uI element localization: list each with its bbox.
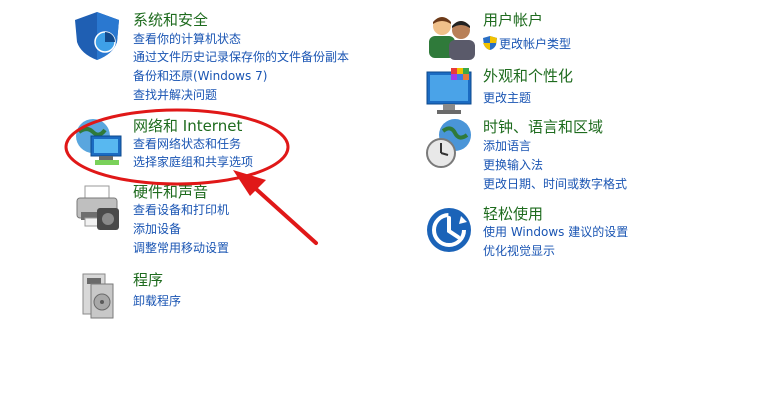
link-change-account-type[interactable]: 更改帐户类型 [499,35,571,53]
annotation-arrow-shaft [244,178,318,245]
category-title[interactable]: 程序 [133,270,163,290]
printer-icon[interactable] [73,182,125,234]
link-optimize-visual[interactable]: 优化视觉显示 [483,242,555,260]
category-title[interactable]: 硬件和声音 [133,182,208,202]
category-title[interactable]: 外观和个性化 [483,66,573,86]
link-add-language[interactable]: 添加语言 [483,137,531,155]
display-icon[interactable] [425,66,477,118]
network-icon[interactable] [73,116,125,168]
category-title[interactable]: 轻松使用 [483,204,543,224]
link-view-status[interactable]: 查看你的计算机状态 [133,30,241,48]
programs-icon[interactable] [73,270,125,322]
link-uninstall[interactable]: 卸载程序 [133,292,181,310]
link-troubleshoot[interactable]: 查找并解决问题 [133,86,217,104]
link-file-history[interactable]: 通过文件历史记录保存你的文件备份副本 [133,48,349,66]
link-devices-printers[interactable]: 查看设备和打印机 [133,201,229,219]
link-backup-restore[interactable]: 备份和还原(Windows 7) [133,67,267,85]
link-date-time-format[interactable]: 更改日期、时间或数字格式 [483,175,627,193]
category-title[interactable]: 时钟、语言和区域 [483,117,603,137]
category-title[interactable]: 系统和安全 [133,10,208,30]
clock-globe-icon[interactable] [425,117,477,169]
link-network-status[interactable]: 查看网络状态和任务 [133,135,241,153]
category-title[interactable]: 用户帐户 [483,10,543,30]
link-change-input-method[interactable]: 更换输入法 [483,156,543,174]
annotation-arrow-head [233,170,266,196]
category-title[interactable]: 网络和 Internet [133,116,242,136]
uac-shield-icon [483,36,497,50]
link-change-theme[interactable]: 更改主题 [483,89,531,107]
accessibility-icon[interactable] [425,204,477,256]
shield-icon[interactable] [73,10,125,62]
users-icon[interactable] [425,12,477,64]
link-mobility-settings[interactable]: 调整常用移动设置 [133,239,229,257]
link-homegroup[interactable]: 选择家庭组和共享选项 [133,153,253,171]
link-recommended-settings[interactable]: 使用 Windows 建议的设置 [483,223,628,241]
link-add-device[interactable]: 添加设备 [133,220,181,238]
